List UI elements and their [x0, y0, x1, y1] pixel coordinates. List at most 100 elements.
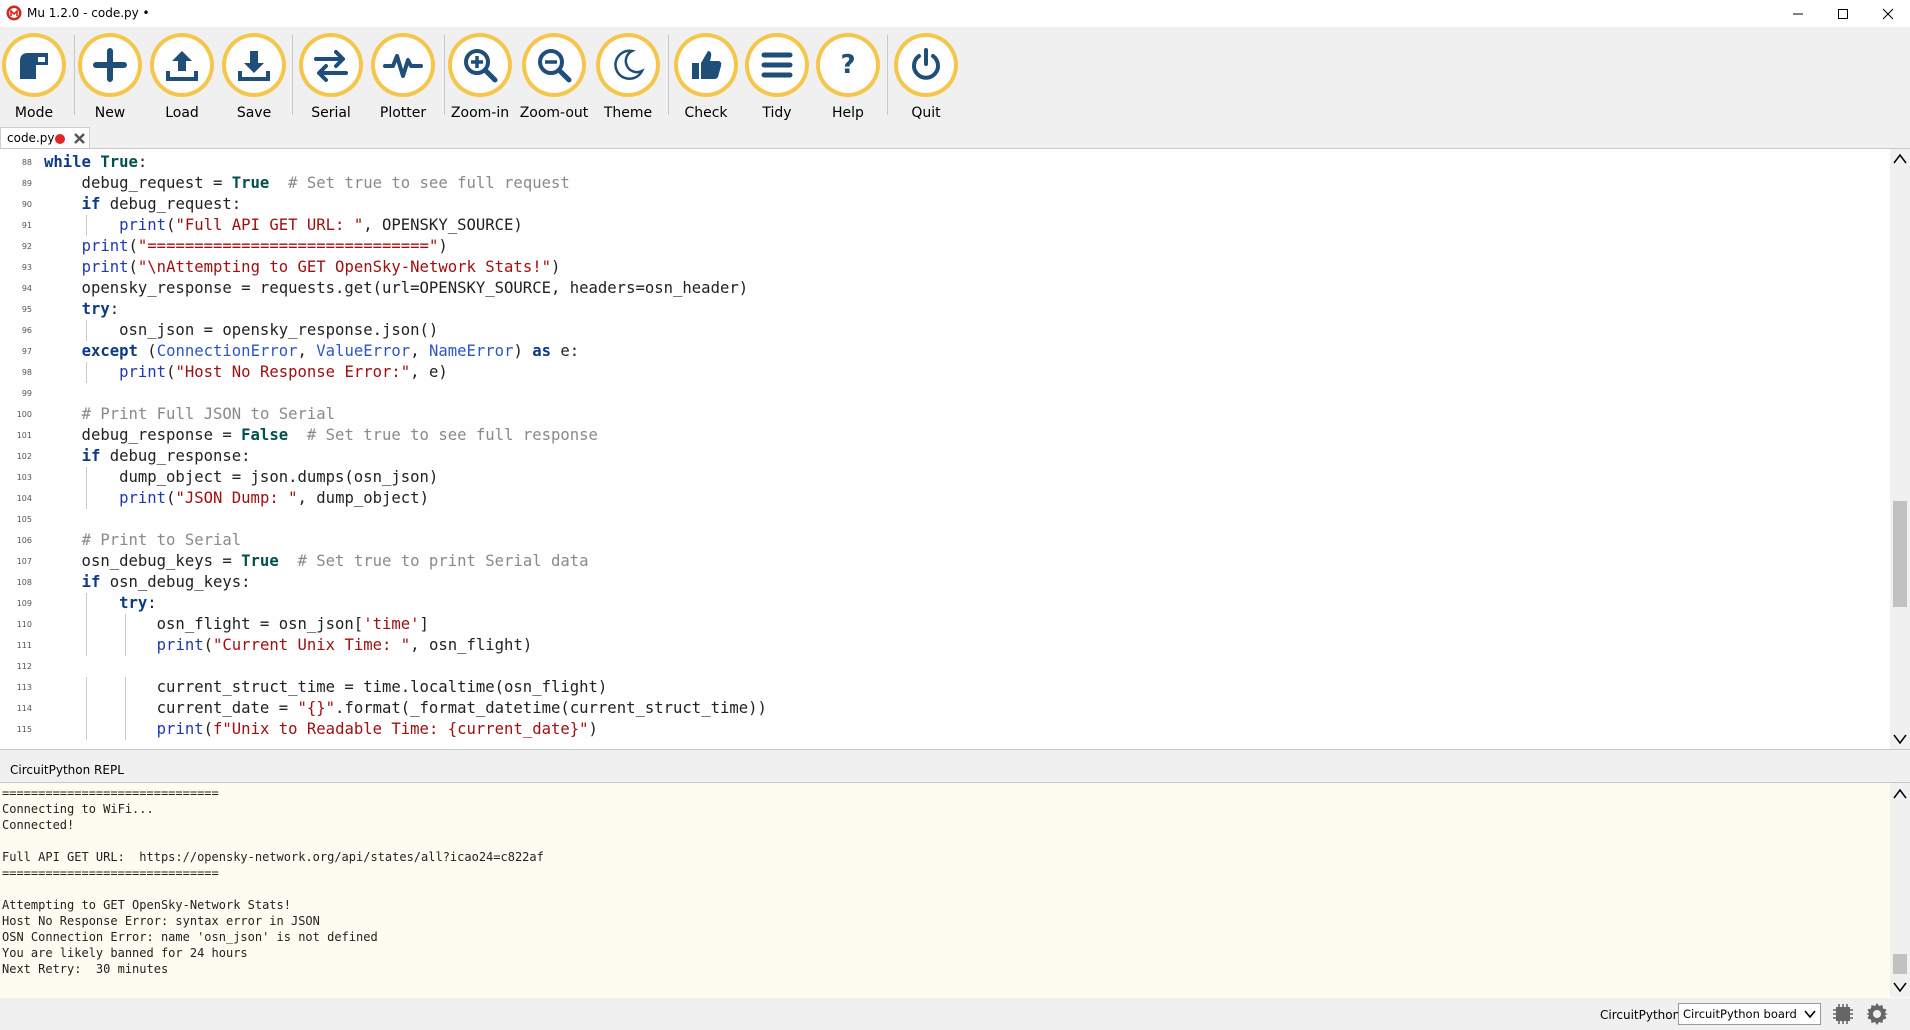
line-number: 90 — [21, 200, 32, 209]
line-number: 115 — [16, 725, 32, 734]
line-number: 94 — [21, 284, 32, 293]
line-number: 106 — [16, 536, 32, 545]
indent-guide — [125, 677, 127, 698]
zoom-in-button[interactable]: Zoom-in — [444, 33, 516, 121]
gear-icon[interactable] — [1865, 1002, 1889, 1026]
indent-guide — [85, 719, 87, 740]
theme-label: Theme — [603, 105, 653, 121]
tab-code-py[interactable]: code.py — [0, 127, 90, 148]
line-number: 105 — [16, 515, 32, 524]
zoom-out-label: Zoom-out — [519, 105, 589, 121]
tab-label: code.py — [7, 131, 55, 145]
unsaved-indicator-icon — [55, 134, 65, 144]
line-number: 112 — [16, 662, 32, 671]
editor-scroll-thumb[interactable] — [1893, 501, 1907, 607]
line-number: 102 — [16, 452, 32, 461]
code-line: current_struct_time = time.localtime(osn… — [44, 678, 608, 696]
line-number: 107 — [16, 557, 32, 566]
code-line: if osn_debug_keys: — [81, 573, 251, 591]
zoom-in-icon — [464, 49, 498, 83]
power-icon — [912, 48, 940, 80]
theme-button[interactable]: Theme — [592, 33, 664, 121]
code-line: osn_json = opensky_response.json() — [44, 321, 439, 339]
code-line: if debug_request: — [81, 195, 242, 213]
code-line: osn_flight = osn_json['time'] — [44, 615, 429, 633]
repl-line: ============================== — [2, 866, 219, 880]
code-area[interactable]: while True: debug_request = True # Set t… — [44, 149, 1884, 749]
line-number: 93 — [21, 263, 32, 272]
save-button[interactable]: Save — [218, 33, 290, 121]
indent-guide — [85, 677, 87, 698]
line-number-gutter: 88 89 90 91 92 93 94 95 96 97 98 99 100 101 102 103 104 1… — [0, 149, 42, 749]
mu-editor-window: Mu 1.2.0 - code.py • Mode New Load Save … — [0, 0, 1910, 1030]
editor-scrollbar[interactable] — [1890, 149, 1910, 749]
indent-guide — [85, 467, 87, 488]
code-line: print("Full API GET URL: ", OPENSKY_SOUR… — [119, 216, 523, 234]
quit-button[interactable]: Quit — [890, 33, 962, 121]
close-window-button[interactable] — [1865, 0, 1910, 27]
maximize-icon — [1837, 8, 1848, 19]
new-button[interactable]: New — [74, 33, 146, 121]
repl-line: You are likely banned for 24 hours — [2, 946, 248, 960]
indent-guide — [125, 614, 127, 635]
title-bar: Mu 1.2.0 - code.py • — [0, 0, 1910, 27]
code-line: while True: — [44, 153, 148, 171]
code-line: print("JSON Dump: ", dump_object) — [119, 489, 429, 507]
mode-button[interactable]: Mode — [0, 33, 70, 121]
code-line: print(f"Unix to Readable Time: {current_… — [156, 720, 598, 738]
tidy-button[interactable]: Tidy — [741, 33, 813, 121]
current-mode-label[interactable]: CircuitPython — [1600, 1008, 1680, 1022]
plotter-button[interactable]: Plotter — [367, 33, 439, 121]
maximize-button[interactable] — [1820, 0, 1865, 27]
code-line: print("\nAttempting to GET OpenSky-Netwo… — [81, 258, 561, 276]
repl-line: Full API GET URL: https://opensky-networ… — [2, 850, 544, 864]
code-line: opensky_response = requests.get(url=OPEN… — [44, 279, 749, 297]
indent-guide — [85, 635, 87, 656]
line-number: 108 — [16, 578, 32, 587]
pulse-icon — [383, 54, 423, 78]
line-number: 114 — [16, 704, 32, 713]
minimize-button[interactable] — [1775, 0, 1820, 27]
zoom-out-icon — [538, 49, 572, 83]
line-number: 95 — [21, 305, 32, 314]
zoom-out-button[interactable]: Zoom-out — [518, 33, 590, 121]
help-button[interactable]: ? Help — [812, 33, 884, 121]
line-number: 111 — [16, 641, 32, 650]
toolbar-separator — [887, 35, 888, 115]
chip-icon[interactable] — [1832, 1003, 1854, 1025]
plotter-label: Plotter — [379, 105, 427, 121]
repl-line: OSN Connection Error: name 'osn_json' is… — [2, 930, 378, 944]
repl-scroll-thumb[interactable] — [1893, 954, 1907, 974]
minimize-icon — [1792, 13, 1803, 14]
check-button[interactable]: Check — [670, 33, 742, 121]
upload-icon — [166, 51, 198, 81]
plus-icon — [93, 48, 127, 82]
repl-line: Next Retry: 30 minutes — [2, 962, 169, 976]
scroll-up-icon[interactable] — [1892, 786, 1908, 802]
serial-button[interactable]: Serial — [295, 33, 367, 121]
indent-guide — [125, 635, 127, 656]
indent-guide — [125, 698, 127, 719]
line-number: 103 — [16, 473, 32, 482]
board-select[interactable]: CircuitPython board — [1678, 1003, 1821, 1025]
repl-line: Host No Response Error: syntax error in … — [2, 914, 320, 928]
line-number: 101 — [16, 431, 32, 440]
code-editor[interactable]: 88 89 90 91 92 93 94 95 96 97 98 99 100 101 102 103 104 1… — [0, 148, 1910, 750]
close-icon — [1882, 8, 1893, 19]
tab-close-icon[interactable] — [73, 132, 86, 145]
repl-scrollbar[interactable] — [1890, 783, 1910, 997]
scroll-down-icon[interactable] — [1892, 731, 1908, 747]
swap-arrows-icon — [314, 50, 348, 82]
code-line: debug_request = True # Set true to see f… — [44, 174, 570, 192]
line-number: 89 — [21, 179, 32, 188]
chevron-down-icon — [1804, 1010, 1816, 1019]
repl-console[interactable]: ============================== Connecting… — [0, 782, 1910, 998]
quit-label: Quit — [911, 105, 941, 121]
scroll-down-icon[interactable] — [1892, 979, 1908, 995]
moon-icon — [614, 49, 645, 81]
help-label: Help — [832, 105, 864, 121]
scroll-up-icon[interactable] — [1892, 151, 1908, 167]
mode-icon — [20, 53, 48, 79]
toolbar: Mode New Load Save Serial Plotter Zoom-i… — [0, 27, 1910, 121]
load-button[interactable]: Load — [146, 33, 218, 121]
